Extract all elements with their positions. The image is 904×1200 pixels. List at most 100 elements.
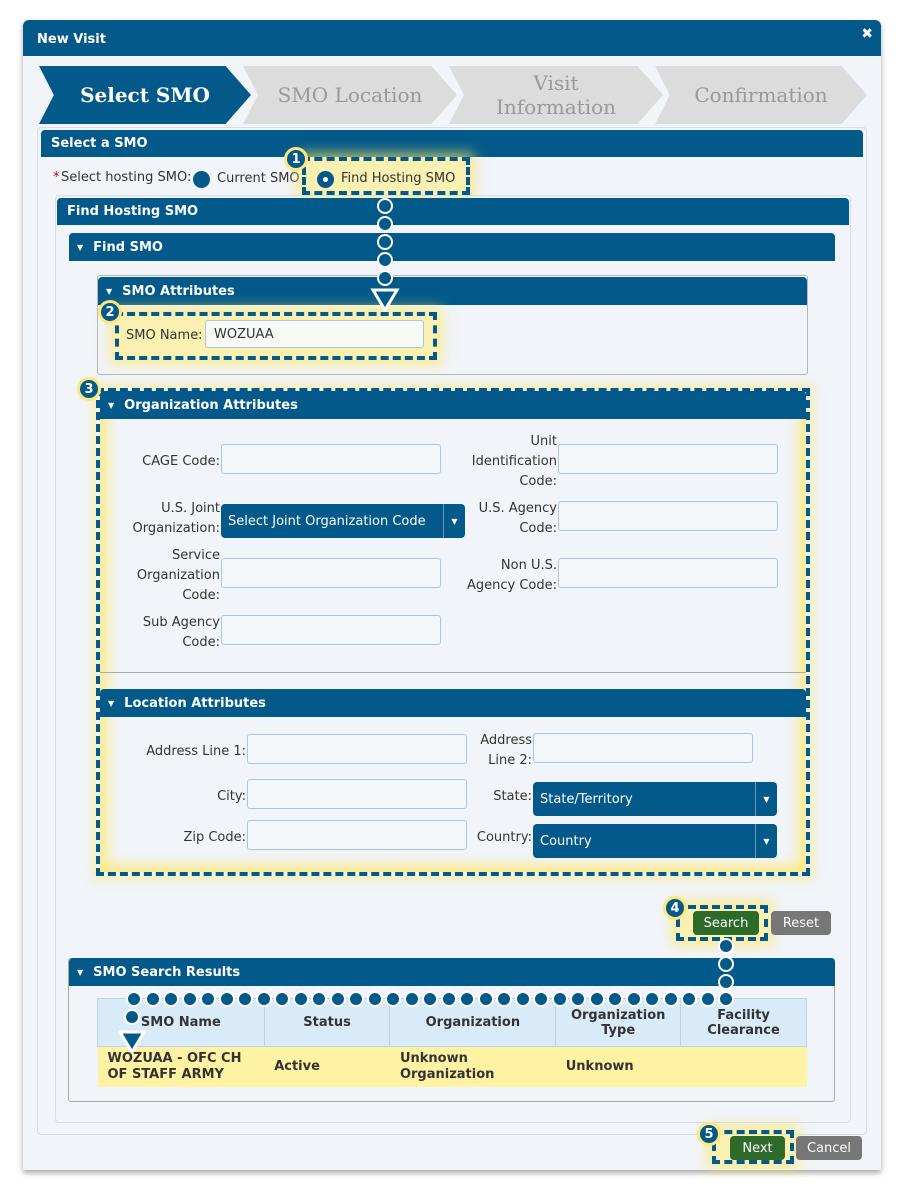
connector-dot: [589, 991, 605, 1007]
non-us-agency-label: Non U.S. Agency Code:: [466, 558, 557, 593]
connector-dot: [496, 991, 512, 1007]
wizard-steps: Select SMO SMO Location Visit Informatio…: [39, 66, 867, 124]
col-facility-clearance[interactable]: Facility Clearance: [680, 998, 807, 1047]
close-icon[interactable]: ✖: [861, 26, 873, 42]
zip-code-label: Zip Code:: [183, 830, 246, 845]
country-select-value: Country: [540, 833, 592, 849]
sub-agency-input[interactable]: [221, 615, 441, 645]
organization-attributes-title: Organization Attributes: [124, 397, 298, 413]
location-attributes-header[interactable]: ▼ Location Attributes: [100, 689, 806, 717]
step-smo-location[interactable]: SMO Location: [243, 66, 457, 124]
connector-dot: [570, 991, 586, 1007]
country-select[interactable]: Country ▼: [533, 824, 777, 858]
hosting-smo-label: Select hosting SMO:: [61, 170, 192, 185]
find-hosting-smo-radio[interactable]: [317, 171, 334, 188]
connector-dot: [626, 991, 642, 1007]
callout-badge-5: 5: [697, 1122, 721, 1146]
non-us-agency-input[interactable]: [558, 558, 778, 588]
find-smo-header[interactable]: ▼ Find SMO: [69, 233, 835, 261]
connector-dot: [718, 991, 734, 1007]
connector-dot: [377, 270, 393, 286]
callout-badge-3: 3: [77, 377, 101, 401]
callout-badge-4: 4: [663, 896, 687, 920]
results-title: SMO Search Results: [93, 964, 241, 980]
connector-dot: [377, 216, 393, 232]
connector-dot: [367, 991, 383, 1007]
connector-dot: [552, 991, 568, 1007]
cage-code-label: CAGE Code:: [142, 454, 220, 469]
connector-dot: [718, 938, 734, 954]
step-confirmation[interactable]: Confirmation: [655, 66, 867, 124]
connector-dot: [718, 956, 734, 972]
state-select[interactable]: State/Territory ▼: [533, 782, 777, 816]
connector-dot: [124, 1009, 140, 1025]
smo-attributes-header[interactable]: ▼ SMO Attributes: [98, 277, 807, 305]
connector-dot: [515, 991, 531, 1007]
us-agency-input[interactable]: [558, 501, 778, 531]
cell-organization-type: Unknown: [555, 1046, 681, 1087]
connector-dot: [681, 991, 697, 1007]
address-line-2-label: Address Line 2:: [480, 733, 532, 768]
uic-input[interactable]: [558, 444, 778, 474]
connector-dot: [377, 234, 393, 250]
joint-org-select[interactable]: Select Joint Organization Code ▼: [221, 504, 465, 538]
table-row[interactable]: WOZUAA - OFC CH OF STAFF ARMY Active Unk…: [97, 1046, 807, 1087]
service-org-input[interactable]: [221, 558, 441, 588]
state-select-value: State/Territory: [540, 791, 633, 807]
find-hosting-title: Find Hosting SMO: [67, 204, 199, 219]
connector-dot: [293, 991, 309, 1007]
organization-attributes-header[interactable]: ▼ Organization Attributes: [100, 391, 806, 419]
connector-dot: [404, 991, 420, 1007]
connector-dot: [441, 991, 457, 1007]
required-marker: *: [53, 170, 60, 185]
select-smo-title: Select a SMO: [51, 136, 148, 151]
find-smo-title: Find SMO: [93, 239, 163, 255]
connector-dot: [311, 991, 327, 1007]
address-line-1-label: Address Line 1:: [146, 744, 246, 759]
smo-name-input[interactable]: WOZUAA: [205, 320, 424, 348]
connector-dot: [700, 991, 716, 1007]
dialog-titlebar: New Visit ✖: [23, 20, 881, 56]
cage-code-input[interactable]: [221, 444, 441, 474]
connector-dot: [219, 991, 235, 1007]
next-button[interactable]: Next: [730, 1136, 785, 1160]
connector-dot: [256, 991, 272, 1007]
connector-dot: [478, 991, 494, 1007]
address-line-1-input[interactable]: [247, 734, 467, 764]
connector-dot: [126, 991, 142, 1007]
connector-dot: [182, 991, 198, 1007]
step-select-smo[interactable]: Select SMO: [39, 66, 251, 124]
cell-organization: Unknown Organization: [389, 1046, 556, 1087]
reset-button[interactable]: Reset: [771, 911, 831, 935]
us-agency-label: U.S. Agency Code:: [478, 501, 557, 536]
callout-badge-2: 2: [98, 300, 122, 324]
collapse-caret-icon: ▼: [77, 242, 84, 252]
connector-dot: [607, 991, 623, 1007]
connector-dot: [330, 991, 346, 1007]
sub-agency-label: Sub Agency Code:: [142, 615, 220, 650]
smo-attributes-title: SMO Attributes: [122, 283, 235, 299]
find-hosting-smo-label: Find Hosting SMO: [341, 171, 456, 186]
collapse-caret-icon: ▼: [108, 698, 115, 708]
current-smo-radio[interactable]: [193, 171, 210, 188]
find-hosting-header: Find Hosting SMO: [57, 198, 849, 225]
city-input[interactable]: [247, 779, 467, 809]
service-org-label: Service Organization Code:: [136, 548, 220, 603]
cancel-button[interactable]: Cancel: [796, 1136, 862, 1160]
collapse-caret-icon: ▼: [108, 400, 115, 410]
cell-status: Active: [264, 1046, 390, 1087]
country-label: Country:: [476, 830, 532, 845]
zip-code-input[interactable]: [247, 820, 467, 850]
connector-dot: [348, 991, 364, 1007]
connector-dot: [644, 991, 660, 1007]
connector-arrow-icon: [370, 288, 400, 312]
state-label: State:: [493, 789, 532, 804]
connector-dot: [385, 991, 401, 1007]
address-line-2-input[interactable]: [533, 733, 753, 763]
connector-dot: [145, 991, 161, 1007]
step-visit-information[interactable]: Visit Information: [449, 66, 663, 124]
results-table: SMO Name Status Organization Organizatio…: [97, 998, 807, 1087]
connector-dot: [377, 252, 393, 268]
search-button[interactable]: Search: [693, 911, 759, 935]
connector-dot: [200, 991, 216, 1007]
